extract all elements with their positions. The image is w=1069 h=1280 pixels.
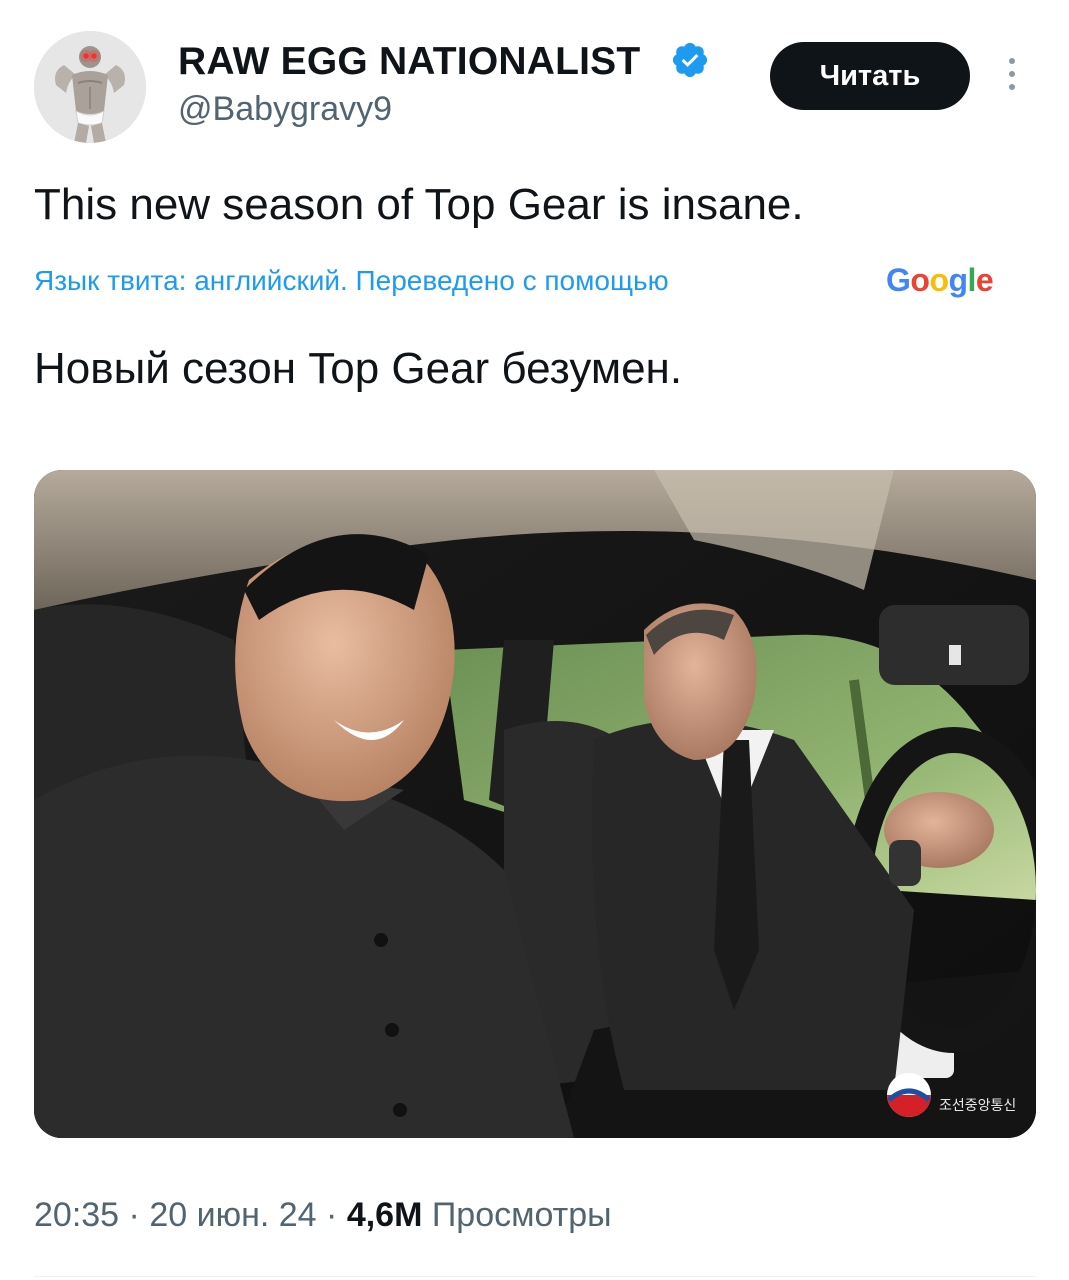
translated-tweet-text: Новый сезон Top Gear безумен. (34, 344, 683, 393)
google-logo: Google (886, 262, 994, 298)
svg-text:조선중앙통신: 조선중앙통신 (939, 1098, 1016, 1114)
avatar-bodybuilder-image (34, 31, 146, 143)
author-display-name[interactable]: RAW EGG NATIONALIST (178, 40, 640, 84)
meta-separator: · (326, 1196, 338, 1234)
author-handle[interactable]: @Babygravy9 (178, 90, 392, 129)
views-count: 4,6M (346, 1196, 423, 1234)
more-vertical-icon[interactable] (1002, 58, 1022, 98)
divider (34, 1276, 1036, 1277)
verified-badge-icon (670, 40, 710, 80)
views-label: Просмотры (431, 1196, 612, 1234)
tweet-text: This new season of Top Gear is insane. (34, 180, 804, 229)
follow-button[interactable]: Читать (770, 42, 970, 110)
avatar[interactable] (34, 31, 146, 143)
translation-label[interactable]: Язык твита: английский. Переведено с пом… (34, 265, 669, 297)
meta-separator: · (128, 1196, 140, 1234)
tweet-time[interactable]: 20:35 (34, 1196, 119, 1234)
car-interior-photo: 조선중앙통신 (34, 470, 1036, 1138)
tweet-media-photo[interactable]: 조선중앙통신 (34, 470, 1036, 1138)
tweet-date[interactable]: 20 июн. 24 (149, 1196, 316, 1234)
tweet-meta: 20:35 · 20 июн. 24 · 4,6M Просмотры (34, 1196, 612, 1235)
